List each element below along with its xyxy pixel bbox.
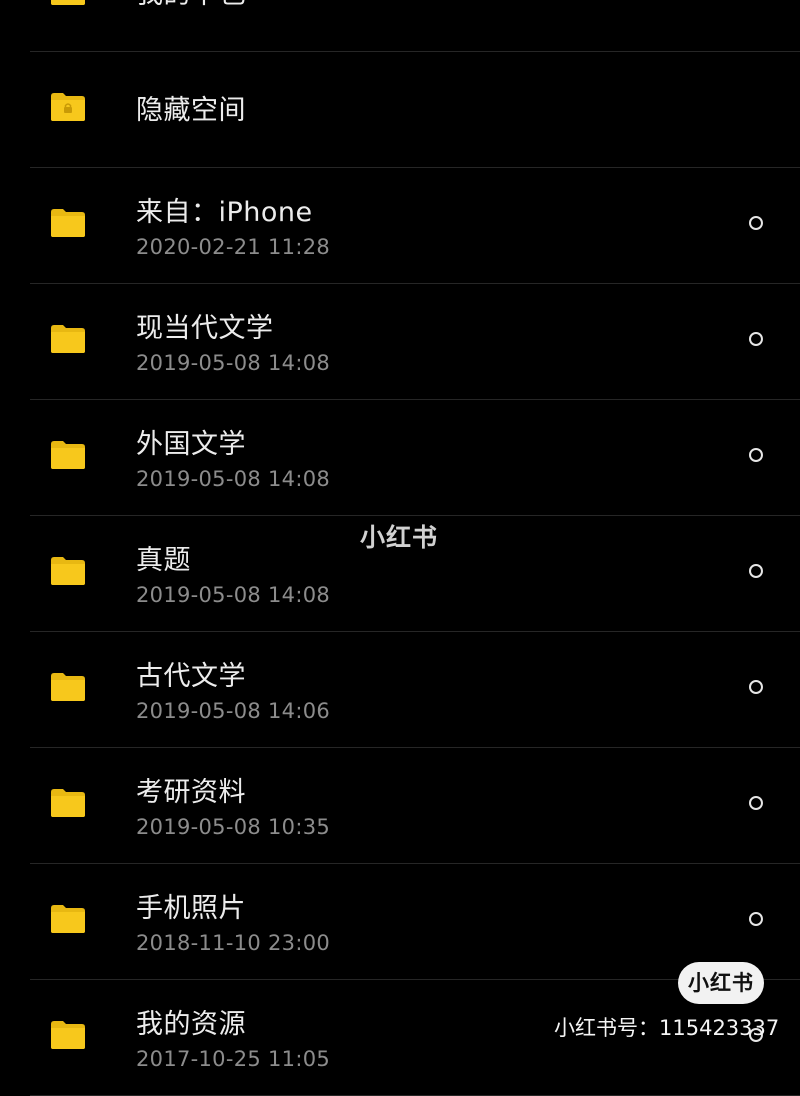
folder-icon (50, 208, 86, 238)
folder-icon (50, 788, 86, 818)
folder-date: 2019-05-08 10:35 (136, 815, 331, 839)
locked-folder-icon (50, 92, 86, 122)
folder-date: 2017-10-25 11:05 (136, 1047, 331, 1071)
folder-icon (50, 0, 86, 6)
folder-date: 2019-05-08 14:08 (136, 583, 331, 607)
folder-name: 考研资料 (136, 777, 246, 808)
watermark-badge: 小红书 (678, 962, 764, 1004)
select-radio[interactable] (749, 332, 763, 346)
folder-name: 隐藏空间 (136, 95, 246, 126)
folder-date: 2019-05-08 14:08 (136, 351, 331, 375)
list-item[interactable]: 手机照片 2018-11-10 23:00 (0, 864, 800, 980)
watermark-id: 小红书号：115423337 (554, 1016, 780, 1040)
list-item[interactable]: 外国文学 2019-05-08 14:08 (0, 400, 800, 516)
select-radio[interactable] (749, 912, 763, 926)
list-item[interactable]: 隐藏空间 (0, 52, 800, 168)
folder-date: 2019-05-08 14:06 (136, 699, 331, 723)
list-item[interactable]: 古代文学 2019-05-08 14:06 (0, 632, 800, 748)
list-item[interactable]: 我的下包 (0, 0, 800, 52)
select-radio[interactable] (749, 564, 763, 578)
folder-icon (50, 556, 86, 586)
folder-name: 来自：iPhone (136, 197, 313, 228)
select-radio[interactable] (749, 796, 763, 810)
folder-name: 古代文学 (136, 661, 246, 692)
folder-icon (50, 672, 86, 702)
folder-name: 手机照片 (136, 893, 246, 924)
folder-icon (50, 324, 86, 354)
select-radio[interactable] (749, 680, 763, 694)
list-item[interactable]: 考研资料 2019-05-08 10:35 (0, 748, 800, 864)
list-item[interactable]: 来自：iPhone 2020-02-21 11:28 (0, 168, 800, 284)
folder-date: 2019-05-08 14:08 (136, 467, 331, 491)
folder-name: 我的下包 (136, 0, 696, 12)
folder-name: 现当代文学 (136, 313, 274, 344)
folder-name: 外国文学 (136, 429, 246, 460)
folder-icon (50, 904, 86, 934)
folder-date: 2020-02-21 11:28 (136, 235, 331, 259)
folder-icon (50, 1020, 86, 1050)
watermark-logo: 小红书 (360, 523, 439, 552)
folder-icon (50, 440, 86, 470)
list-item[interactable]: 现当代文学 2019-05-08 14:08 (0, 284, 800, 400)
select-radio[interactable] (749, 448, 763, 462)
select-radio[interactable] (749, 216, 763, 230)
folder-date: 2018-11-10 23:00 (136, 931, 331, 955)
